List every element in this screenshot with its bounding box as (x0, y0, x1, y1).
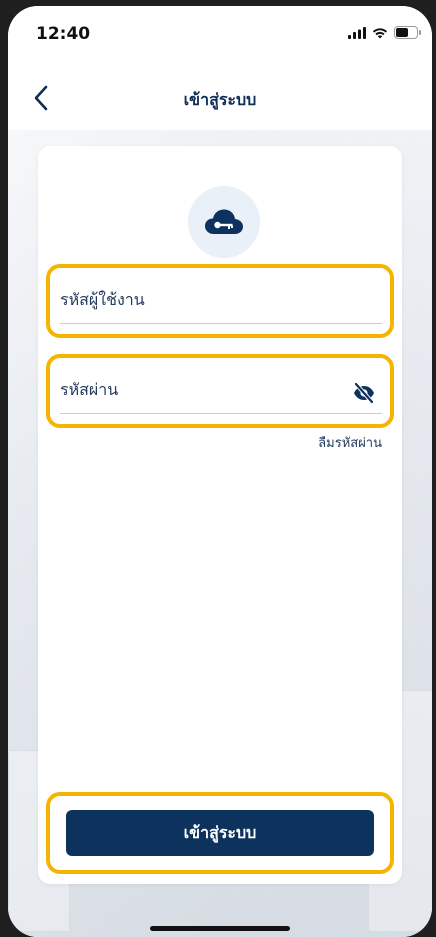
phone-screen: 12:40 เข้าสู่ระบบ รหัสผู้ใช้งาน รหัสผ่าน… (8, 6, 432, 937)
app-logo (188, 186, 260, 258)
password-placeholder: รหัสผ่าน (60, 380, 119, 399)
home-indicator (150, 926, 290, 931)
battery-icon (394, 26, 421, 39)
page-title: เข้าสู่ระบบ (183, 90, 257, 109)
login-card: รหัสผู้ใช้งาน รหัสผ่าน ลืมรหัสผ่าน เข้าส… (38, 146, 402, 884)
signal-icon (348, 26, 366, 39)
username-placeholder: รหัสผู้ใช้งาน (60, 290, 145, 309)
username-field[interactable]: รหัสผู้ใช้งาน (60, 283, 382, 324)
login-button[interactable]: เข้าสู่ระบบ (66, 810, 374, 856)
status-icons (348, 26, 422, 39)
status-time: 12:40 (36, 24, 91, 44)
cloud-key-icon (205, 209, 243, 234)
eye-off-icon (354, 382, 374, 404)
wifi-icon (372, 27, 388, 38)
toggle-password-visibility[interactable] (352, 381, 376, 405)
status-bar: 12:40 (8, 6, 432, 64)
password-field[interactable]: รหัสผ่าน (60, 373, 382, 414)
forgot-password-link[interactable]: ลืมรหัสผ่าน (318, 432, 382, 453)
nav-bar: เข้าสู่ระบบ (8, 64, 432, 131)
